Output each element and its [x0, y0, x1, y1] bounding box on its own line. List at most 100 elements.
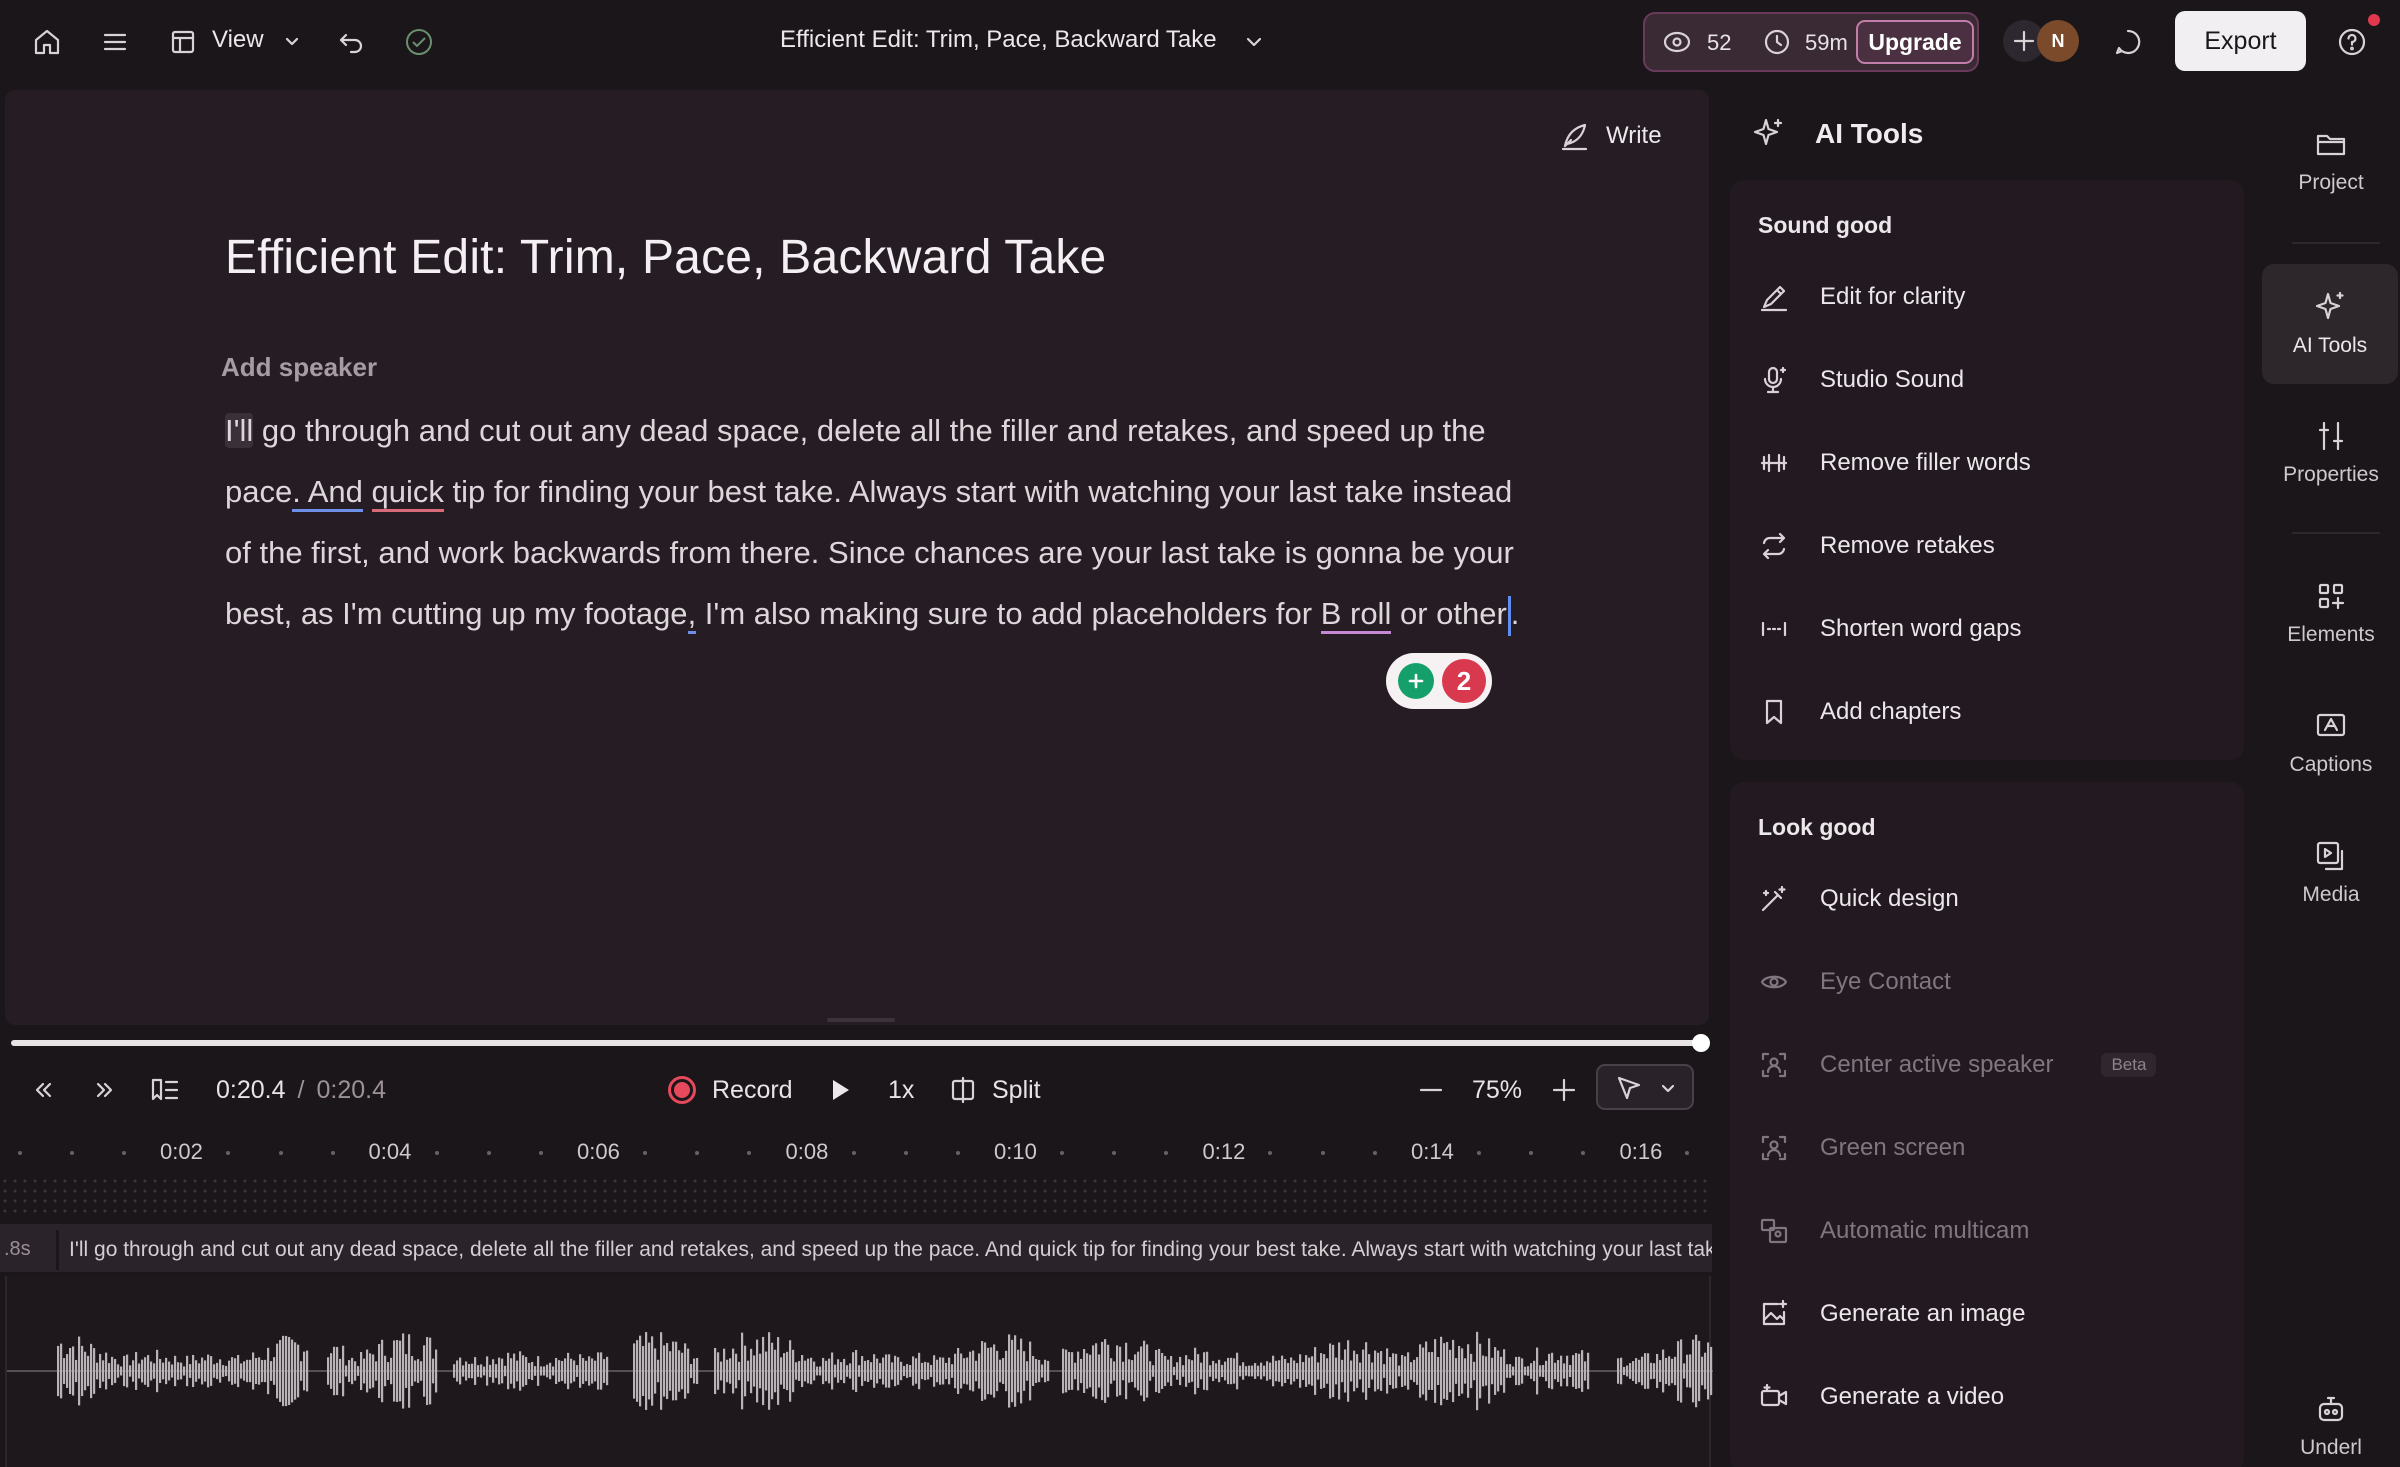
- menu-icon[interactable]: [95, 22, 135, 62]
- zoom-in-icon[interactable]: [1549, 1070, 1579, 1110]
- tool-quick-design[interactable]: Quick design: [1758, 877, 1959, 921]
- waveform-bar: [693, 1358, 696, 1384]
- play-button[interactable]: [826, 1070, 854, 1110]
- tool-studio-sound[interactable]: Studio Sound: [1758, 358, 1964, 402]
- playback-progress-track[interactable]: [11, 1040, 1703, 1046]
- waveform-bar: [1146, 1344, 1149, 1398]
- record-button[interactable]: Record: [668, 1070, 793, 1110]
- waveform-bar: [756, 1339, 759, 1403]
- waveform-bar: [1656, 1353, 1659, 1389]
- transcript-segment[interactable]: or other: [1391, 596, 1507, 631]
- waveform-bar: [1443, 1343, 1446, 1399]
- home-icon[interactable]: [27, 22, 67, 62]
- timeline-ruler[interactable]: [0, 1128, 1712, 1168]
- waveform-bar: [1065, 1349, 1068, 1393]
- avatar[interactable]: N: [2037, 20, 2079, 62]
- chapters-icon[interactable]: [147, 1070, 183, 1110]
- zoom-out-icon[interactable]: [1416, 1070, 1446, 1110]
- script-editor[interactable]: Write Efficient Edit: Trim, Pace, Backwa…: [5, 90, 1709, 1025]
- spelling-underline[interactable]: quick: [371, 474, 444, 512]
- waveform-bar: [864, 1360, 867, 1382]
- transcript-segment[interactable]: I'm also making sure to add placeholders…: [696, 596, 1321, 631]
- usage-pill[interactable]: 52 59m Upgrade: [1643, 12, 1979, 72]
- rail-item-elements[interactable]: Elements: [2262, 558, 2400, 668]
- timeline-track-area[interactable]: [0, 1176, 1712, 1214]
- grammar-suggestions-badge[interactable]: 2: [1386, 653, 1492, 709]
- waveform-bar: [807, 1358, 810, 1384]
- waveform-bar: [165, 1357, 168, 1385]
- waveform-bar: [1290, 1357, 1293, 1385]
- playhead-knob[interactable]: [1692, 1034, 1710, 1052]
- tool-shorten-word-gaps[interactable]: Shorten word gaps: [1758, 607, 2021, 651]
- upgrade-button[interactable]: Upgrade: [1856, 20, 1974, 64]
- tool-eye-contact[interactable]: Eye Contact: [1758, 960, 1951, 1004]
- tool-generate-image[interactable]: Generate an image: [1758, 1292, 2025, 1336]
- rail-item-project[interactable]: Project: [2262, 106, 2400, 216]
- waveform-bar: [486, 1356, 489, 1386]
- tool-automatic-multicam[interactable]: Automatic multicam: [1758, 1209, 2029, 1253]
- rail-item-ai-tools[interactable]: AI Tools: [2262, 264, 2398, 384]
- waveform-bar: [600, 1352, 603, 1390]
- layout-icon[interactable]: [163, 22, 203, 62]
- time-separator: /: [297, 1075, 305, 1104]
- tool-green-screen[interactable]: Green screen: [1758, 1126, 1965, 1170]
- add-speaker-button[interactable]: Add speaker: [221, 352, 377, 383]
- tool-center-active-speaker[interactable]: Center active speaker Beta: [1758, 1043, 2157, 1087]
- waveform-bar: [1284, 1358, 1287, 1384]
- tool-generate-video[interactable]: Generate a video: [1758, 1375, 2004, 1419]
- rail-item-properties[interactable]: Properties: [2262, 398, 2400, 508]
- waveform-bar: [876, 1358, 879, 1384]
- waveform-bar: [1338, 1342, 1341, 1400]
- waveform-bar: [1467, 1344, 1470, 1398]
- waveform-bar: [906, 1364, 909, 1378]
- tool-add-chapters[interactable]: Add chapters: [1758, 690, 1961, 734]
- title-chevron-down-icon[interactable]: [1234, 22, 1274, 62]
- transcript-text[interactable]: I'll go through and cut out any dead spa…: [225, 400, 1525, 644]
- rail-item-captions[interactable]: Captions: [2262, 688, 2400, 798]
- write-button[interactable]: Write: [1558, 116, 1662, 156]
- export-button[interactable]: Export: [2175, 11, 2306, 71]
- waveform-bar: [183, 1366, 186, 1376]
- chevron-down-icon[interactable]: [272, 22, 312, 62]
- waveform-bar: [1452, 1339, 1455, 1403]
- undo-icon[interactable]: [331, 22, 371, 62]
- waveform-bar: [543, 1366, 546, 1376]
- skip-forward-icon[interactable]: [88, 1070, 122, 1110]
- comments-icon[interactable]: [2108, 22, 2148, 62]
- waveform-bar: [726, 1359, 729, 1383]
- editor-title[interactable]: Efficient Edit: Trim, Pace, Backward Tak…: [225, 230, 1106, 285]
- waveform-bar: [1110, 1358, 1113, 1384]
- tool-remove-filler-words[interactable]: Remove filler words: [1758, 441, 2031, 485]
- split-button[interactable]: Split: [948, 1070, 1041, 1110]
- transcript-segment[interactable]: [363, 474, 372, 509]
- rail-item-media[interactable]: Media: [2262, 818, 2400, 928]
- tick-dot: [278, 1151, 283, 1155]
- view-menu-label[interactable]: View: [212, 26, 264, 54]
- help-icon[interactable]: [2332, 22, 2372, 62]
- waveform-bar: [1116, 1345, 1119, 1397]
- skip-back-icon[interactable]: [26, 1070, 60, 1110]
- playback-speed[interactable]: 1x: [888, 1070, 914, 1110]
- waveform-bar: [291, 1339, 294, 1403]
- placeholder-underline[interactable]: B roll: [1320, 596, 1392, 634]
- transcript-segment[interactable]: .: [1511, 596, 1520, 631]
- eye-icon: [1758, 966, 1790, 998]
- panel-resize-handle[interactable]: [827, 1018, 895, 1022]
- waveform-bar: [534, 1366, 537, 1376]
- zoom-level[interactable]: 75%: [1472, 1070, 1522, 1110]
- tool-remove-retakes[interactable]: Remove retakes: [1758, 524, 1995, 568]
- word-highlight[interactable]: I'll: [225, 413, 254, 448]
- selection-tool-dropdown[interactable]: [1596, 1064, 1694, 1110]
- caption-clip-text[interactable]: I'll go through and cut out any dead spa…: [56, 1230, 1712, 1270]
- audio-waveform-track[interactable]: [5, 1276, 1713, 1467]
- waveform-bar: [1353, 1350, 1356, 1392]
- document-title[interactable]: Efficient Edit: Trim, Pace, Backward Tak…: [780, 26, 1217, 54]
- waveform-bar: [105, 1352, 108, 1390]
- credits-count: 52: [1707, 30, 1732, 55]
- waveform-bar: [642, 1346, 645, 1396]
- waveform-bar: [192, 1354, 195, 1388]
- tool-edit-for-clarity[interactable]: Edit for clarity: [1758, 275, 1965, 319]
- rail-item-underlord[interactable]: Underl: [2262, 1392, 2400, 1467]
- grammar-underline[interactable]: . And: [292, 474, 363, 512]
- grammar-underline[interactable]: ,: [687, 596, 697, 634]
